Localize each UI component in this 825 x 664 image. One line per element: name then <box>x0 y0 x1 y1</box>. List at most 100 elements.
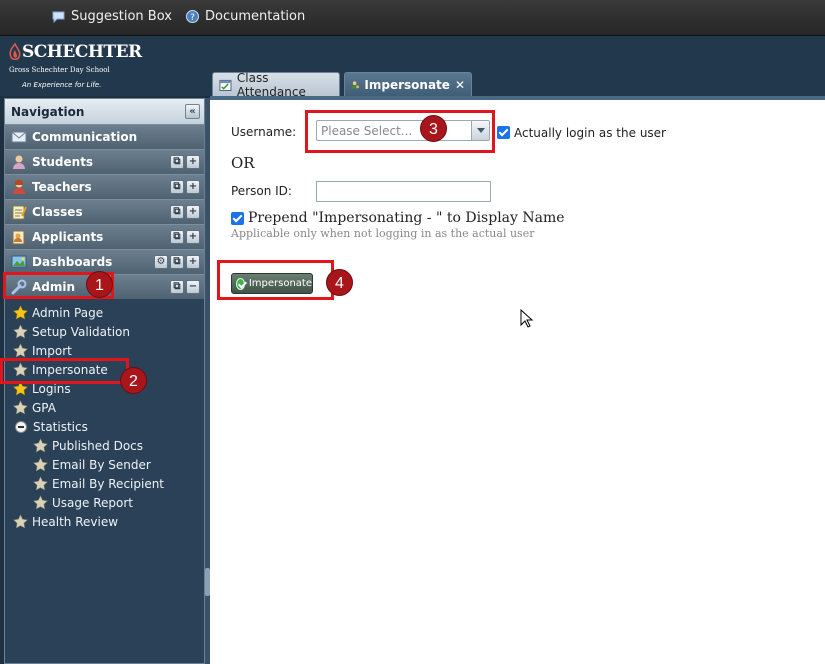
highlight-box-3 <box>305 110 495 153</box>
nav-section-label: Dashboards <box>32 255 113 269</box>
navigation-header: Navigation « <box>5 99 204 124</box>
popout-button[interactable]: ⧉ <box>170 180 184 194</box>
school-logo: SCHECHTER Gross Schechter Day School An … <box>8 40 142 94</box>
step-badge-1: 1 <box>86 271 113 298</box>
tree-item-label: Import <box>32 343 72 358</box>
tab-class-attendance[interactable]: Class Attendance <box>212 70 340 99</box>
expand-button[interactable]: + <box>186 230 200 244</box>
expand-button[interactable]: + <box>186 255 200 269</box>
popout-button[interactable]: ⧉ <box>170 255 184 269</box>
star-icon <box>13 514 28 529</box>
collapse-button[interactable]: − <box>186 280 200 294</box>
nav-section-label: Applicants <box>32 230 104 244</box>
nav-section-communication[interactable]: Communication <box>5 124 204 149</box>
dashboard-icon <box>11 255 27 268</box>
nav-section-dashboards[interactable]: Dashboards ⚙ ⧉ + <box>5 249 204 274</box>
star-icon <box>33 438 48 453</box>
star-icon <box>33 457 48 472</box>
step-badge-4: 4 <box>326 269 353 296</box>
tree-item-label: GPA <box>32 400 56 415</box>
collapse-nav-button[interactable]: « <box>185 104 200 119</box>
username-label: Username: <box>231 125 297 139</box>
tree-item-label: Usage Report <box>52 495 133 510</box>
tree-item-label: Email By Sender <box>52 457 151 472</box>
tree-item-admin-page[interactable]: Admin Page <box>5 303 204 322</box>
envelope-icon <box>11 131 27 143</box>
logo-subtitle: Gross Schechter Day School <box>9 66 110 74</box>
documentation-label: Documentation <box>205 9 306 24</box>
or-separator: OR <box>231 154 255 172</box>
tree-item-email-by-recipient[interactable]: Email By Recipient <box>5 474 204 493</box>
star-icon <box>33 495 48 510</box>
tree-item-email-by-sender[interactable]: Email By Sender <box>5 455 204 474</box>
tree-item-label: Statistics <box>33 419 88 434</box>
nav-section-classes[interactable]: Classes ⧉ + <box>5 199 204 224</box>
tree-item-label: Email By Recipient <box>52 476 165 491</box>
close-tab-icon[interactable]: ✕ <box>455 78 465 92</box>
tree-item-gpa[interactable]: GPA <box>5 398 204 417</box>
teacher-icon <box>13 179 25 194</box>
star-icon <box>13 400 28 415</box>
student-icon <box>13 155 25 169</box>
tree-item-published-docs[interactable]: Published Docs <box>5 436 204 455</box>
documentation-link[interactable]: ? Documentation <box>186 9 305 24</box>
step-badge-3: 3 <box>420 115 447 142</box>
tab-class-attendance-label: Class Attendance <box>236 70 306 99</box>
person-id-field[interactable] <box>316 181 491 202</box>
nav-section-label: Teachers <box>32 180 92 194</box>
tree-item-label: Published Docs <box>52 438 144 453</box>
popout-button[interactable]: ⧉ <box>170 280 184 294</box>
highlight-box-4 <box>217 260 334 300</box>
tree-item-usage-report[interactable]: Usage Report <box>5 493 204 512</box>
popout-button[interactable]: ⧉ <box>170 230 184 244</box>
tree-item-setup-validation[interactable]: Setup Validation <box>5 322 204 341</box>
tab-impersonate[interactable]: Impersonate ✕ <box>344 72 472 96</box>
prepend-label: Prepend "Impersonating - " to Display Na… <box>248 210 565 226</box>
nav-section-label: Communication <box>32 130 138 144</box>
person-id-label: Person ID: <box>231 184 292 198</box>
expand-button[interactable]: + <box>186 180 200 194</box>
nav-section-label: Classes <box>32 205 83 219</box>
admin-tree: Admin Page Setup Validation Import Imper… <box>5 299 204 531</box>
logo-brand: SCHECHTER <box>22 42 142 62</box>
applicants-icon <box>12 230 25 245</box>
nav-section-applicants[interactable]: Applicants ⧉ + <box>5 224 204 249</box>
nav-section-label: Students <box>32 155 94 169</box>
tab-strip: Class Attendance Impersonate ✕ <box>210 70 825 99</box>
suggestion-box-link[interactable]: Suggestion Box <box>52 9 172 24</box>
tree-item-statistics[interactable]: Statistics <box>5 417 204 436</box>
collapse-node-icon[interactable] <box>15 420 27 433</box>
star-icon <box>13 343 28 358</box>
suggestion-box-label: Suggestion Box <box>71 9 172 24</box>
popout-button[interactable]: ⧉ <box>170 205 184 219</box>
prepend-hint: Applicable only when not logging in as t… <box>231 227 535 240</box>
popout-button[interactable]: ⧉ <box>170 155 184 169</box>
navigation-title: Navigation <box>11 104 85 119</box>
expand-button[interactable]: + <box>186 205 200 219</box>
classes-icon <box>12 205 27 220</box>
highlight-box-2 <box>0 358 129 384</box>
step-badge-2: 2 <box>120 367 147 394</box>
actually-login-label: Actually login as the user <box>514 126 666 140</box>
prepend-checkbox[interactable] <box>231 212 244 225</box>
nav-section-teachers[interactable]: Teachers ⧉ + <box>5 174 204 199</box>
star-icon <box>13 305 28 320</box>
tree-item-label: Health Review <box>32 514 119 529</box>
nav-section-students[interactable]: Students ⧉ + <box>5 149 204 174</box>
attendance-icon <box>219 79 232 91</box>
logo-tagline: An Experience for Life. <box>22 81 102 89</box>
actually-login-checkbox[interactable] <box>497 126 510 139</box>
tree-item-health-review[interactable]: Health Review <box>5 512 204 531</box>
speech-bubble-icon <box>52 11 65 23</box>
tree-item-label: Admin Page <box>32 305 104 320</box>
star-icon <box>33 476 48 491</box>
user-icon <box>351 80 360 89</box>
impersonate-panel: Username: Please Select... Actually logi… <box>210 96 825 664</box>
mouse-pointer-icon <box>520 309 534 328</box>
settings-button[interactable]: ⚙ <box>154 255 168 269</box>
tree-item-label: Setup Validation <box>32 324 130 339</box>
expand-button[interactable]: + <box>186 155 200 169</box>
flame-logo-icon <box>9 43 21 60</box>
top-bar: Suggestion Box ? Documentation <box>0 0 825 36</box>
help-icon: ? <box>186 10 199 23</box>
